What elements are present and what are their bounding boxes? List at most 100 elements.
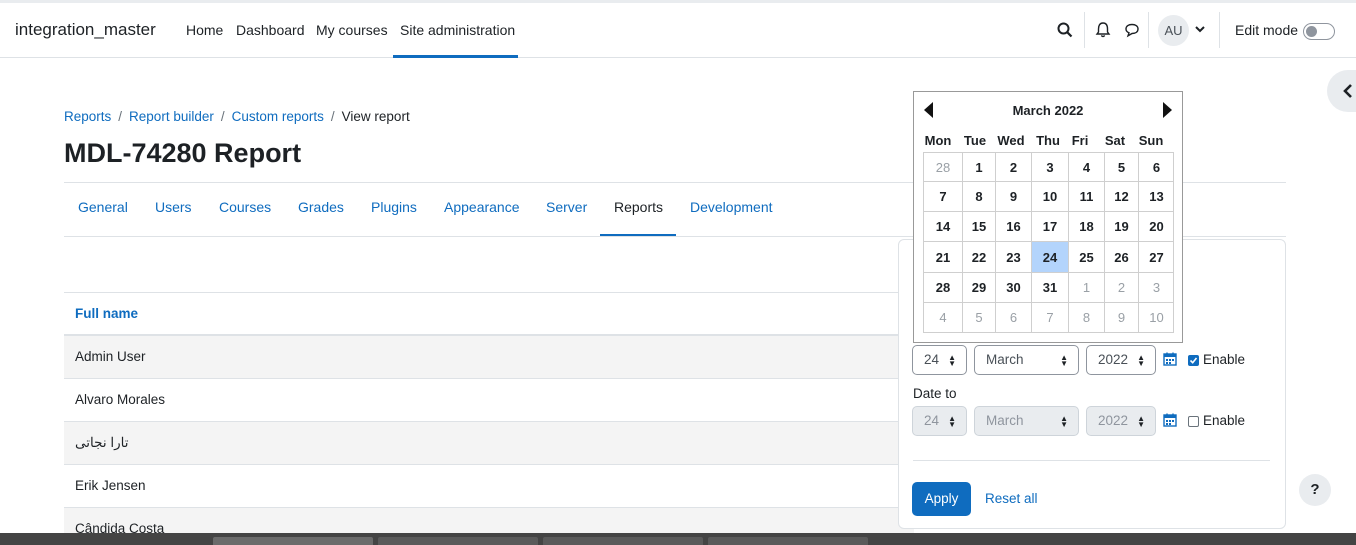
tab-appearance[interactable]: Appearance (444, 199, 520, 215)
calendar-day-cell[interactable]: 3 (1032, 153, 1069, 182)
search-icon[interactable] (1056, 21, 1074, 39)
bell-icon[interactable] (1094, 21, 1112, 39)
calendar-day-cell[interactable]: 4 (924, 303, 963, 333)
taskbar-window-button[interactable] (708, 537, 868, 545)
calendar-day-cell[interactable]: 24 (1032, 242, 1069, 273)
calendar-day-cell[interactable]: 13 (1139, 182, 1174, 212)
nav-site-administration[interactable]: Site administration (400, 22, 515, 38)
calendar-day-cell[interactable]: 19 (1105, 212, 1139, 242)
calendar-day-cell[interactable]: 1 (1069, 273, 1105, 303)
date-from-year-select[interactable]: 2022 ▲ ▼ (1086, 345, 1156, 375)
calendar-day-cell[interactable]: 3 (1139, 273, 1174, 303)
calendar-day-cell[interactable]: 15 (963, 212, 996, 242)
tab-server[interactable]: Server (546, 199, 587, 215)
tab-general[interactable]: General (78, 199, 128, 215)
chevron-down-icon[interactable] (1194, 23, 1206, 35)
calendar-day-cell[interactable]: 20 (1139, 212, 1174, 242)
tab-development[interactable]: Development (690, 199, 773, 215)
date-to-month-select[interactable]: March ▲ ▼ (974, 406, 1079, 436)
calendar-day-cell[interactable]: 4 (1069, 153, 1105, 182)
apply-button[interactable]: Apply (912, 482, 971, 516)
calendar-day-cell[interactable]: 27 (1139, 242, 1174, 273)
checkmark-icon (1189, 357, 1198, 364)
calendar-day-cell[interactable]: 28 (924, 273, 963, 303)
select-caret-icon: ▲ ▼ (1137, 414, 1145, 429)
tab-courses[interactable]: Courses (219, 199, 271, 215)
calendar-day-cell[interactable]: 2 (996, 153, 1032, 182)
top-navbar: integration_master Home Dashboard My cou… (0, 3, 1356, 58)
calendar-day-cell[interactable]: 9 (1105, 303, 1139, 333)
weekday-label: Sun (1138, 133, 1164, 148)
calendar-day-cell[interactable]: 10 (1032, 182, 1069, 212)
calendar-day-cell[interactable]: 22 (963, 242, 996, 273)
date-from-enable-checkbox[interactable] (1188, 355, 1199, 366)
next-month-icon[interactable] (1160, 101, 1174, 119)
calendar-day-cell[interactable]: 28 (924, 153, 963, 182)
navbar-divider (1219, 12, 1220, 48)
tab-plugins[interactable]: Plugins (371, 199, 417, 215)
breadcrumb-reports[interactable]: Reports (64, 109, 111, 124)
taskbar-window-button[interactable] (543, 537, 703, 545)
select-caret-icon: ▲ ▼ (1137, 353, 1145, 368)
calendar-day-cell[interactable]: 1 (963, 153, 996, 182)
edit-mode-label: Edit mode (1235, 22, 1299, 38)
calendar-day-cell[interactable]: 6 (996, 303, 1032, 333)
navbar-divider (1084, 12, 1085, 48)
calendar-day-cell[interactable]: 6 (1139, 153, 1174, 182)
edit-mode-toggle[interactable] (1303, 23, 1335, 40)
tab-grades[interactable]: Grades (298, 199, 344, 215)
calendar-day-cell[interactable]: 7 (1032, 303, 1069, 333)
calendar-day-cell[interactable]: 5 (1105, 153, 1139, 182)
breadcrumb-custom-reports[interactable]: Custom reports (232, 109, 324, 124)
nav-my-courses[interactable]: My courses (316, 22, 388, 38)
calendar-day-cell[interactable]: 17 (1032, 212, 1069, 242)
calendar-day-cell[interactable]: 29 (963, 273, 996, 303)
messages-icon[interactable] (1123, 21, 1141, 39)
taskbar-window-button[interactable] (378, 537, 538, 545)
breadcrumb-report-builder[interactable]: Report builder (129, 109, 214, 124)
calendar-day-cell[interactable]: 5 (963, 303, 996, 333)
taskbar-window-button[interactable] (213, 537, 373, 545)
calendar-day-cell[interactable]: 9 (996, 182, 1032, 212)
date-to-year-select[interactable]: 2022 ▲ ▼ (1086, 406, 1156, 436)
weekday-label: Sat (1104, 133, 1126, 148)
tab-users[interactable]: Users (155, 199, 192, 215)
calendar-icon[interactable] (1163, 352, 1177, 366)
calendar-day-cell[interactable]: 12 (1105, 182, 1139, 212)
calendar-day-cell[interactable]: 8 (1069, 303, 1105, 333)
tab-reports[interactable]: Reports (614, 199, 663, 215)
calendar-day-cell[interactable]: 31 (1032, 273, 1069, 303)
calendar-day-cell[interactable]: 21 (924, 242, 963, 273)
column-header-full-name[interactable]: Full name (64, 292, 914, 336)
calendar-day-cell[interactable]: 10 (1139, 303, 1174, 333)
date-to-enable-label[interactable]: Enable (1203, 413, 1245, 428)
calendar-day-cell[interactable]: 16 (996, 212, 1032, 242)
calendar-day-cell[interactable]: 25 (1069, 242, 1105, 273)
date-from-month-select[interactable]: March ▲ ▼ (974, 345, 1079, 375)
calendar-day-cell[interactable]: 11 (1069, 182, 1105, 212)
calendar-day-cell[interactable]: 23 (996, 242, 1032, 273)
calendar-day-cell[interactable]: 30 (996, 273, 1032, 303)
nav-home[interactable]: Home (186, 22, 223, 38)
calendar-day-cell[interactable]: 7 (924, 182, 963, 212)
weekday-label: Mon (924, 133, 952, 148)
nav-dashboard[interactable]: Dashboard (236, 22, 305, 38)
reset-all-link[interactable]: Reset all (985, 491, 1038, 506)
date-to-enable-checkbox[interactable] (1188, 416, 1199, 427)
select-caret-icon: ▲ ▼ (1060, 353, 1068, 368)
help-button[interactable]: ? (1299, 474, 1331, 506)
select-value: 2022 (1098, 352, 1129, 367)
site-brand[interactable]: integration_master (15, 20, 156, 40)
calendar-day-cell[interactable]: 8 (963, 182, 996, 212)
open-drawer-button[interactable] (1327, 70, 1356, 112)
user-avatar[interactable]: AU (1158, 15, 1189, 46)
date-from-enable-label[interactable]: Enable (1203, 352, 1245, 367)
calendar-day-cell[interactable]: 2 (1105, 273, 1139, 303)
calendar-day-cell[interactable]: 14 (924, 212, 963, 242)
date-to-day-select[interactable]: 24 ▲ ▼ (912, 406, 967, 436)
date-from-day-select[interactable]: 24 ▲ ▼ (912, 345, 967, 375)
calendar-day-cell[interactable]: 18 (1069, 212, 1105, 242)
page-title: MDL-74280 Report (64, 138, 302, 168)
calendar-day-cell[interactable]: 26 (1105, 242, 1139, 273)
calendar-icon[interactable] (1163, 413, 1177, 427)
